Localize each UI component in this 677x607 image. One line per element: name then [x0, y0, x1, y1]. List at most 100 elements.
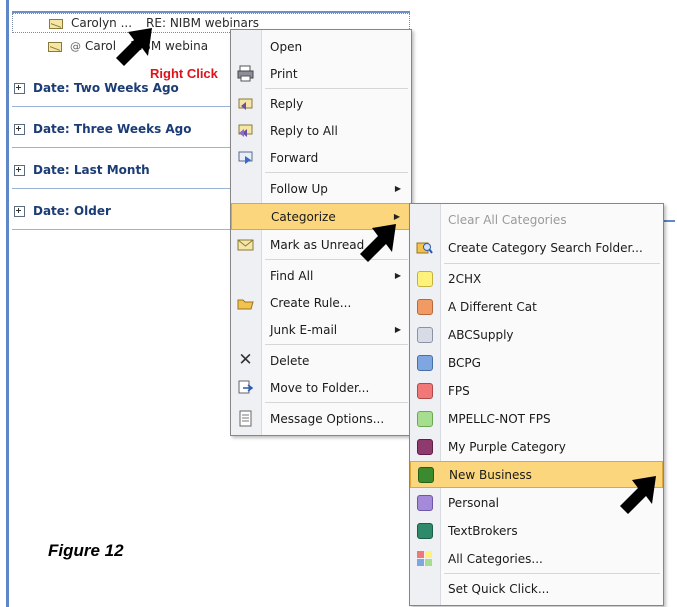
- menu-item-message-options[interactable]: Message Options...: [231, 405, 411, 432]
- menu-item-label: Delete: [270, 353, 310, 368]
- menu-item-all-categories[interactable]: All Categories...: [410, 545, 663, 572]
- message-subject: RE: NIBM webinars: [146, 16, 260, 30]
- submenu-arrow-icon: ▶: [394, 325, 401, 334]
- menu-item-follow-up[interactable]: Follow Up ▶: [231, 175, 411, 202]
- menu-item-label: Message Options...: [270, 411, 385, 426]
- expand-icon[interactable]: [14, 123, 25, 135]
- category-color-swatch: [417, 326, 433, 343]
- category-item[interactable]: A Different Cat: [410, 293, 663, 320]
- category-color-swatch: [417, 522, 433, 539]
- envelope-icon: [48, 41, 62, 52]
- category-label: ABCSupply: [448, 327, 514, 342]
- group-label: Date: Two Weeks Ago: [33, 81, 179, 95]
- delete-icon: ✕: [238, 350, 253, 370]
- group-label: Date: Last Month: [33, 163, 150, 177]
- category-color-swatch: [417, 438, 433, 455]
- submenu-arrow-icon: ▶: [394, 184, 401, 193]
- printer-icon: [237, 65, 254, 82]
- expand-icon[interactable]: [14, 205, 25, 217]
- menu-item-label: All Categories...: [448, 551, 543, 566]
- category-label: My Purple Category: [448, 439, 566, 454]
- forward-icon: [237, 149, 254, 166]
- group-label: Date: Three Weeks Ago: [33, 122, 192, 136]
- menu-separator: [265, 402, 408, 403]
- envelope-icon: [237, 236, 254, 253]
- menu-item-category-search-folder[interactable]: Create Category Search Folder...: [410, 234, 663, 261]
- menu-item-label: Forward: [270, 150, 319, 165]
- menu-item-label: Open: [270, 39, 303, 54]
- menu-item-junk-email[interactable]: Junk E-mail ▶: [231, 316, 411, 343]
- category-label: BCPG: [448, 355, 481, 370]
- menu-item-set-quick-click[interactable]: Set Quick Click...: [410, 575, 663, 602]
- category-label: New Business: [449, 467, 532, 482]
- category-item[interactable]: My Purple Category: [410, 433, 663, 460]
- all-categories-icon: [416, 550, 433, 567]
- category-label: FPS: [448, 383, 470, 398]
- figure-caption: Figure 12: [48, 541, 124, 560]
- expand-icon[interactable]: [14, 82, 25, 94]
- menu-item-label: Move to Folder...: [270, 380, 370, 395]
- menu-item-delete[interactable]: ✕ Delete: [231, 347, 411, 374]
- options-icon: [237, 410, 254, 427]
- menu-separator: [444, 263, 660, 264]
- category-label: A Different Cat: [448, 299, 537, 314]
- reply-all-icon: [237, 122, 254, 139]
- category-item[interactable]: 2CHX: [410, 265, 663, 292]
- menu-item-label: Print: [270, 66, 298, 81]
- rule-icon: [237, 294, 254, 311]
- expand-icon[interactable]: [14, 164, 25, 176]
- pointer-arrow-icon: [360, 224, 396, 262]
- menu-item-print[interactable]: Print: [231, 60, 411, 87]
- menu-item-label: Categorize: [271, 209, 336, 224]
- category-color-swatch: [418, 466, 434, 483]
- right-click-annotation: Right Click: [150, 66, 218, 81]
- submenu-arrow-icon: ▶: [394, 271, 401, 280]
- menu-item-label: Reply: [270, 96, 304, 111]
- category-color-swatch: [417, 298, 433, 315]
- menu-item-reply[interactable]: Reply: [231, 90, 411, 117]
- menu-item-label: Reply to All: [270, 123, 338, 138]
- envelope-icon: [49, 18, 63, 29]
- category-label: TextBrokers: [448, 523, 518, 538]
- menu-item-label: Create Rule...: [270, 295, 352, 310]
- category-color-swatch: [417, 494, 433, 511]
- categorize-submenu: Clear All Categories Create Category Sea…: [409, 203, 664, 606]
- category-color-swatch: [417, 354, 433, 371]
- category-label: MPELLC-NOT FPS: [448, 411, 551, 426]
- search-folder-icon: [416, 239, 433, 256]
- category-item[interactable]: ABCSupply: [410, 321, 663, 348]
- group-label: Date: Older: [33, 204, 111, 218]
- category-color-swatch: [417, 382, 433, 399]
- category-item[interactable]: BCPG: [410, 349, 663, 376]
- menu-separator: [265, 344, 408, 345]
- menu-item-forward[interactable]: Forward: [231, 144, 411, 171]
- move-icon: [237, 379, 254, 396]
- menu-item-label: Find All: [270, 268, 314, 283]
- pointer-arrow-icon: [620, 476, 656, 514]
- menu-item-label: Junk E-mail: [270, 322, 338, 337]
- menu-item-label: Set Quick Click...: [448, 581, 550, 596]
- menu-separator: [444, 573, 660, 574]
- category-item[interactable]: TextBrokers: [410, 517, 663, 544]
- menu-item-move-to-folder[interactable]: Move to Folder...: [231, 374, 411, 401]
- submenu-arrow-icon: ▶: [393, 212, 400, 221]
- category-color-swatch: [417, 410, 433, 427]
- category-item[interactable]: FPS: [410, 377, 663, 404]
- menu-item-open[interactable]: Open: [231, 33, 411, 60]
- reply-icon: [237, 95, 254, 112]
- list-left-border: [6, 0, 9, 607]
- menu-item-create-rule[interactable]: Create Rule...: [231, 289, 411, 316]
- menu-item-clear-categories[interactable]: Clear All Categories: [410, 206, 663, 233]
- category-label: 2CHX: [448, 271, 482, 286]
- category-label: Personal: [448, 495, 500, 510]
- category-color-swatch: [417, 270, 433, 287]
- category-item[interactable]: MPELLC-NOT FPS: [410, 405, 663, 432]
- menu-separator: [265, 88, 408, 89]
- menu-item-label: Follow Up: [270, 181, 328, 196]
- attachment-icon: @: [70, 39, 81, 53]
- menu-item-label: Clear All Categories: [448, 212, 567, 227]
- menu-item-label: Create Category Search Folder...: [448, 240, 643, 255]
- menu-item-reply-all[interactable]: Reply to All: [231, 117, 411, 144]
- menu-item-label: Mark as Unread: [270, 237, 365, 252]
- pointer-arrow-icon: [116, 28, 152, 66]
